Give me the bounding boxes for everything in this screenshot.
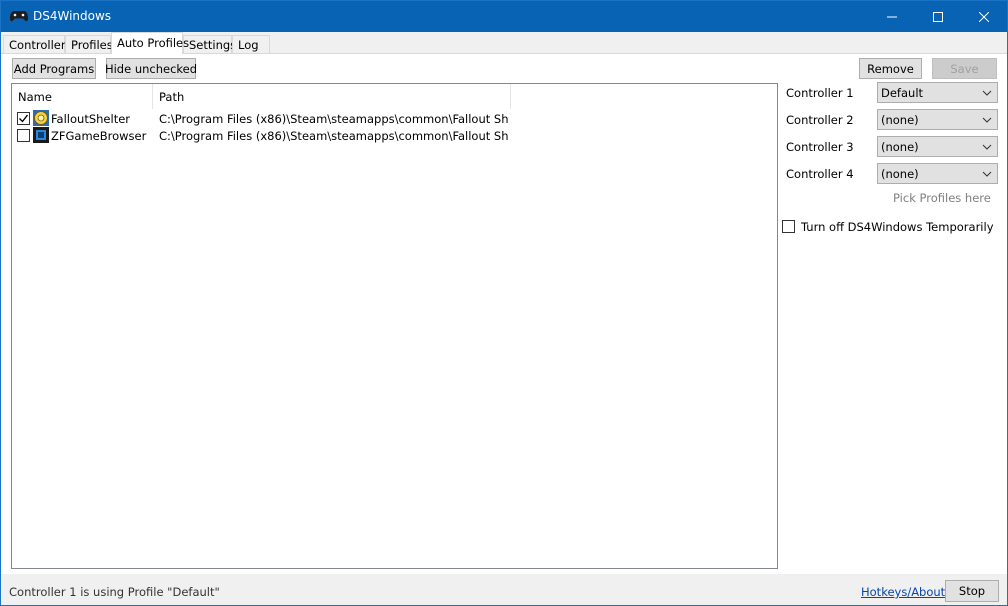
maximize-icon [933, 11, 943, 22]
controller-1-select[interactable]: Default [877, 82, 998, 103]
zfgamebrowser-icon [33, 127, 49, 143]
tab-strip: Controllers Profiles Auto Profiles Setti… [1, 32, 1007, 54]
hide-unchecked-button[interactable]: Hide unchecked [105, 58, 197, 79]
app-window: DS4Windows Controllers Profiles Auto Pro… [0, 0, 1008, 606]
fallout-shelter-icon [33, 110, 49, 126]
status-text: Controller 1 is using Profile "Default" [9, 585, 220, 599]
controller-4-value: (none) [881, 167, 919, 181]
controller-2-label: Controller 2 [786, 113, 854, 127]
list-item[interactable]: FalloutShelter C:\Program Files (x86)\St… [12, 110, 777, 127]
controller-2-select[interactable]: (none) [877, 109, 998, 130]
remove-button[interactable]: Remove [859, 58, 922, 79]
controller-3-value: (none) [881, 140, 919, 154]
maximize-button[interactable] [915, 1, 961, 32]
gamepad-icon [10, 11, 28, 22]
tab-auto-profiles[interactable]: Auto Profiles [111, 32, 189, 54]
window-title: DS4Windows [33, 9, 112, 23]
minimize-icon [887, 16, 897, 17]
stop-button[interactable]: Stop [945, 580, 999, 602]
column-header-path[interactable]: Path [153, 84, 511, 109]
controller-2-value: (none) [881, 113, 919, 127]
auto-profiles-page: Add Programs Hide unchecked Remove Save … [1, 53, 1007, 574]
chevron-down-icon [982, 171, 992, 177]
pick-profiles-hint: Pick Profiles here [893, 191, 991, 205]
controller-3-label: Controller 3 [786, 140, 854, 154]
list-item[interactable]: ZFGameBrowser C:\Program Files (x86)\Ste… [12, 127, 777, 144]
program-name: FalloutShelter [51, 112, 131, 126]
program-path: C:\Program Files (x86)\Steam\steamapps\c… [159, 129, 509, 143]
checkmark-icon [19, 114, 29, 123]
tab-controllers[interactable]: Controllers [3, 35, 72, 54]
title-bar[interactable]: DS4Windows [1, 1, 1007, 32]
chevron-down-icon [982, 90, 992, 96]
close-button[interactable] [961, 1, 1007, 32]
turn-off-label[interactable]: Turn off DS4Windows Temporarily [801, 220, 994, 234]
controller-3-select[interactable]: (none) [877, 136, 998, 157]
tab-log[interactable]: Log [232, 35, 270, 54]
row-checkbox[interactable] [17, 112, 30, 125]
close-icon [979, 11, 989, 22]
controller-4-select[interactable]: (none) [877, 163, 998, 184]
tab-settings[interactable]: Settings [183, 35, 236, 54]
program-name: ZFGameBrowser [51, 129, 147, 143]
minimize-button[interactable] [869, 1, 915, 32]
column-header-name[interactable]: Name [12, 84, 153, 109]
controller-1-value: Default [881, 86, 924, 100]
tab-profiles[interactable]: Profiles [65, 35, 113, 54]
list-header: Name Path [12, 84, 777, 109]
row-checkbox[interactable] [17, 129, 30, 142]
chevron-down-icon [982, 144, 992, 150]
status-bar: Controller 1 is using Profile "Default" … [1, 575, 1007, 605]
controller-4-label: Controller 4 [786, 167, 854, 181]
program-list[interactable]: Name Path FalloutShelter C:\Program File… [11, 83, 778, 569]
save-button[interactable]: Save [932, 58, 997, 79]
chevron-down-icon [982, 117, 992, 123]
turn-off-checkbox[interactable] [782, 220, 795, 233]
program-path: C:\Program Files (x86)\Steam\steamapps\c… [159, 112, 509, 126]
hotkeys-about-link[interactable]: Hotkeys/About [861, 585, 945, 599]
controller-1-label: Controller 1 [786, 86, 854, 100]
add-programs-button[interactable]: Add Programs [12, 58, 96, 79]
